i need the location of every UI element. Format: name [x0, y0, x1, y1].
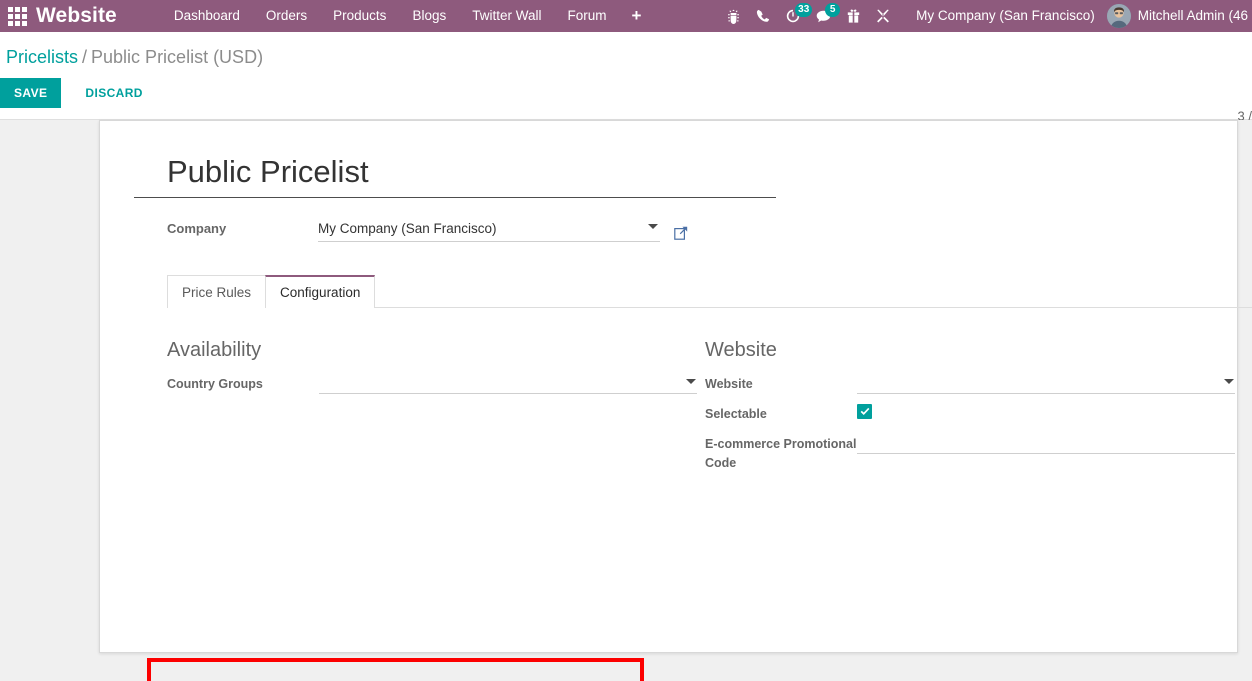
notebook-tabs: Price Rules Configuration [167, 274, 1252, 309]
control-panel: Pricelists / Public Pricelist (USD) SAVE D… [0, 32, 1252, 124]
external-link-icon[interactable] [674, 226, 688, 240]
field-company-row: Company My Company (San Francisco) [134, 220, 1203, 242]
form-sheet: Public Pricelist Company My Company (San… [99, 120, 1252, 681]
field-promo-code-label: E-commerce Promotional Code [705, 437, 857, 470]
company-input[interactable]: My Company (San Francisco) [318, 220, 660, 242]
bug-icon[interactable] [718, 0, 748, 32]
field-promo-code-row: E-commerce Promotional Code [705, 434, 1235, 473]
field-country-groups-row: Country Groups [167, 374, 697, 396]
group-title-availability: Availability [167, 339, 262, 361]
user-name-label: Mitchell Admin (46 [1137, 8, 1248, 23]
navbar-systray: 33 5 My Company (San Francisco) Mitchell… [718, 0, 1252, 32]
main-menu-bar: Dashboard Orders Products Blogs Twitter … [161, 0, 654, 32]
company-value: My Company (San Francisco) [318, 221, 497, 236]
field-selectable-label: Selectable [705, 407, 767, 421]
group-title-website: Website [705, 339, 777, 361]
website-input[interactable] [857, 374, 1235, 394]
menu-item-dashboard[interactable]: Dashboard [161, 0, 253, 32]
field-country-groups-label: Country Groups [167, 377, 263, 391]
breadcrumb: Pricelists / Public Pricelist (USD) [0, 32, 1252, 70]
country-groups-input[interactable] [319, 374, 697, 394]
column-right: Website Website Selectable E-commerce Pr… [705, 338, 1235, 481]
column-left: Availability Country Groups [167, 338, 697, 481]
app-brand-website[interactable]: Website [34, 0, 127, 32]
tools-icon[interactable] [868, 0, 898, 32]
field-website-row: Website [705, 374, 1235, 396]
field-company-label: Company [167, 221, 227, 236]
tab-configuration[interactable]: Configuration [265, 275, 376, 309]
chat-bubble-icon[interactable]: 5 [808, 0, 841, 32]
chevron-down-icon[interactable] [686, 379, 696, 384]
promo-code-input[interactable] [857, 434, 1235, 454]
chevron-down-icon[interactable] [1224, 379, 1234, 384]
discounts-highlight-box: Discounts Discount Policy Discount inclu… [147, 658, 644, 681]
tab-price-rules[interactable]: Price Rules [167, 275, 267, 308]
gift-icon[interactable] [838, 0, 868, 32]
discard-button[interactable]: DISCARD [71, 78, 156, 108]
menu-item-blogs[interactable]: Blogs [399, 0, 459, 32]
menu-item-forum[interactable]: Forum [554, 0, 619, 32]
apps-grid-icon[interactable] [0, 0, 34, 32]
avatar [1106, 4, 1131, 28]
field-selectable-row: Selectable [705, 404, 1235, 426]
user-menu[interactable]: Mitchell Admin (46 [1106, 0, 1252, 32]
menu-item-orders[interactable]: Orders [253, 0, 320, 32]
breadcrumb-separator: / [82, 47, 88, 67]
timer-clock-icon[interactable]: 33 [778, 0, 813, 32]
selectable-field [857, 404, 1235, 424]
record-action-buttons: SAVE DISCARD [0, 70, 1252, 108]
tab-panel-configuration: Availability Country Groups Website Webs… [134, 308, 1235, 681]
discounts-group: Discounts Discount Policy Discount inclu… [151, 662, 640, 681]
top-navbar: Website Dashboard Orders Products Blogs … [0, 0, 1252, 32]
menu-item-twitter-wall[interactable]: Twitter Wall [459, 0, 554, 32]
content-area: Public Pricelist Company My Company (San… [0, 120, 1252, 681]
save-button[interactable]: SAVE [0, 78, 62, 108]
breadcrumb-item-pricelists[interactable]: Pricelists [6, 47, 78, 67]
menu-item-products[interactable]: Products [320, 0, 399, 32]
selectable-checkbox[interactable] [857, 404, 872, 419]
breadcrumb-item-current: Public Pricelist (USD) [91, 47, 264, 67]
menu-item-add-plus[interactable]: + [620, 0, 654, 32]
phone-icon[interactable] [748, 0, 778, 32]
page-title[interactable]: Public Pricelist [134, 137, 776, 198]
field-website-label: Website [705, 377, 753, 391]
current-company-selector[interactable]: My Company (San Francisco) [898, 0, 1107, 32]
chevron-down-icon[interactable] [648, 224, 658, 229]
